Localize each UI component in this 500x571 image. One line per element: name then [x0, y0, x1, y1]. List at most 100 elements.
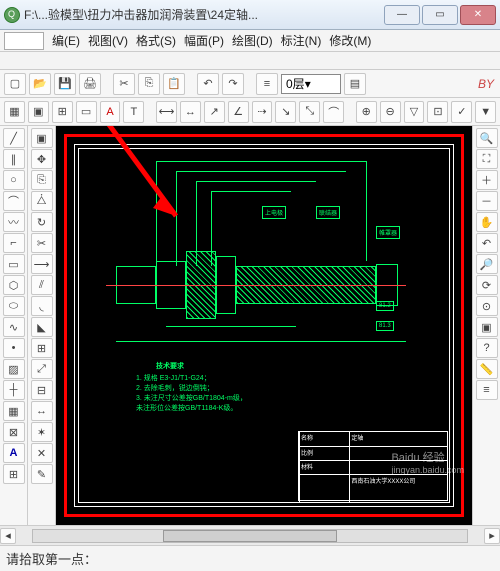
open-file-icon[interactable]: 📂	[29, 73, 51, 95]
layers-panel-icon[interactable]: ▦	[4, 101, 25, 123]
zoom-in-icon[interactable]: ＋	[476, 170, 498, 190]
undo-icon[interactable]: ↶	[197, 73, 219, 95]
notes-line: 2. 去除毛刺，锐边倒钝；	[136, 383, 214, 393]
paste-icon[interactable]: 📋	[163, 73, 185, 95]
dimension-angle-icon[interactable]: ∠	[228, 101, 249, 123]
scroll-right-icon[interactable]: ▸	[484, 528, 500, 544]
menu-edit[interactable]: 编(E)	[52, 32, 80, 49]
block-icon[interactable]: ▣	[28, 101, 49, 123]
zoom-previous-icon[interactable]: ↶	[476, 233, 498, 253]
chamfer-icon[interactable]: ◣	[31, 317, 53, 337]
zoom-out-icon[interactable]: －	[476, 191, 498, 211]
menu-annotate[interactable]: 标注(N)	[281, 32, 322, 49]
hatch-icon[interactable]: ▨	[3, 359, 25, 379]
select-icon[interactable]: ▭	[76, 101, 97, 123]
horizontal-scrollbar[interactable]: ◂ ▸	[0, 525, 500, 545]
circle-icon[interactable]: ○	[3, 170, 25, 190]
hole-icon[interactable]: ⊠	[3, 422, 25, 442]
menu-draw[interactable]: 绘图(D)	[232, 32, 273, 49]
dimension-radius-icon[interactable]: ↗	[204, 101, 225, 123]
weld-icon[interactable]: ✓	[451, 101, 472, 123]
rectangle-icon[interactable]: ▭	[3, 254, 25, 274]
dimension-arc-icon[interactable]: ⌒	[323, 101, 344, 123]
dimension-leader-icon[interactable]: ↘	[275, 101, 296, 123]
menu-format[interactable]: 格式(S)	[136, 32, 176, 49]
close-button[interactable]: ✕	[460, 5, 496, 25]
line-icon[interactable]: ╱	[3, 128, 25, 148]
arc-icon[interactable]: ⌒	[3, 191, 25, 211]
datum-icon[interactable]: ▼	[475, 101, 496, 123]
curve-icon[interactable]: ∿	[3, 317, 25, 337]
properties-icon[interactable]: ▤	[344, 73, 366, 95]
menu-view[interactable]: 视图(V)	[88, 32, 128, 49]
extend-icon[interactable]: ⟶	[31, 254, 53, 274]
regen-icon[interactable]: ⊙	[476, 296, 498, 316]
cad-tag: 帷罩器	[376, 226, 400, 239]
dimension-aligned-icon[interactable]: ↔	[180, 101, 201, 123]
tb-cell	[349, 447, 447, 460]
maximize-button[interactable]: ▭	[422, 5, 458, 25]
scroll-left-icon[interactable]: ◂	[0, 528, 16, 544]
symbol-icon-2[interactable]: ⊖	[380, 101, 401, 123]
text-icon[interactable]: A	[100, 101, 121, 123]
save-icon[interactable]: 💾	[54, 73, 76, 95]
layer-icon[interactable]: ≡	[256, 73, 278, 95]
print-icon[interactable]: 🖨	[79, 73, 101, 95]
symbol-icon-1[interactable]: ⊕	[356, 101, 377, 123]
redraw-icon[interactable]: ⟳	[476, 275, 498, 295]
dimension-linear-icon[interactable]: ⟷	[156, 101, 177, 123]
fillet-icon[interactable]: ◟	[31, 296, 53, 316]
measure-icon[interactable]: 📏	[476, 359, 498, 379]
redo-icon[interactable]: ↷	[222, 73, 244, 95]
trim-icon[interactable]: ✂	[31, 233, 53, 253]
offset-icon[interactable]: ⫽	[31, 275, 53, 295]
mirror-icon[interactable]: ⧊	[31, 191, 53, 211]
ellipse-icon[interactable]: ⬭	[3, 296, 25, 316]
move-icon[interactable]: ✥	[31, 149, 53, 169]
spline-icon[interactable]: 〰	[3, 212, 25, 232]
scroll-track[interactable]	[32, 529, 468, 543]
centerline-icon[interactable]: ┼	[3, 380, 25, 400]
zoom-window-icon[interactable]: 🔍	[476, 128, 498, 148]
text-bold-icon[interactable]: A	[3, 443, 25, 463]
parallel-line-icon[interactable]: ∥	[3, 149, 25, 169]
dimension-ordinate-icon[interactable]: ⤡	[299, 101, 320, 123]
zoom-extents-icon[interactable]: ⛶	[476, 149, 498, 169]
tolerance-icon[interactable]: ⊡	[427, 101, 448, 123]
break-icon[interactable]: ⊟	[31, 380, 53, 400]
new-file-icon[interactable]: ▢	[4, 73, 26, 95]
main-area: ╱ ∥ ○ ⌒ 〰 ⌐ ▭ ⬡ ⬭ ∿ • ▨ ┼ ▦ ⊠ A ⊞ ▣ ✥ ⎘ …	[0, 126, 500, 525]
layer-selector[interactable]: 0层 ▾	[281, 74, 341, 94]
dimension-continue-icon[interactable]: ⇢	[252, 101, 273, 123]
rotate-icon[interactable]: ↻	[31, 212, 53, 232]
stretch-icon[interactable]: ↔	[31, 401, 53, 421]
view-icon-1[interactable]: ▣	[476, 317, 498, 337]
roughness-icon[interactable]: ▽	[404, 101, 425, 123]
explode-icon[interactable]: ✶	[31, 422, 53, 442]
text-tool-icon[interactable]: T	[123, 101, 144, 123]
array-icon[interactable]: ⊞	[31, 338, 53, 358]
pan-icon[interactable]: ✋	[476, 212, 498, 232]
query-icon[interactable]: ?	[476, 338, 498, 358]
polyline-icon[interactable]: ⌐	[3, 233, 25, 253]
select-tool-icon[interactable]: ▣	[31, 128, 53, 148]
list-icon[interactable]: ≡	[476, 380, 498, 400]
point-icon[interactable]: •	[3, 338, 25, 358]
minimize-button[interactable]: —	[384, 5, 420, 25]
scale-icon[interactable]: ⤢	[31, 359, 53, 379]
copy-icon[interactable]: ⎘	[138, 73, 160, 95]
window-titlebar: F:\...验模型\扭力冲击器加润滑装置\24定轴... — ▭ ✕	[0, 0, 500, 30]
cut-icon[interactable]: ✂	[113, 73, 135, 95]
insert-block-icon[interactable]: ⊞	[3, 464, 25, 484]
table-icon[interactable]: ▦	[3, 401, 25, 421]
edit-icon[interactable]: ✎	[31, 464, 53, 484]
scroll-thumb[interactable]	[163, 530, 337, 542]
menu-sheet[interactable]: 幅面(P)	[184, 32, 224, 49]
erase-icon[interactable]: ✕	[31, 443, 53, 463]
drawing-canvas[interactable]: 上电极 联结器 帷罩器 81.2 81.3 技术要求 1. 规格 E3-J1/T…	[56, 126, 472, 525]
tool-icon-1[interactable]: ⊞	[52, 101, 73, 123]
zoom-realtime-icon[interactable]: 🔎	[476, 254, 498, 274]
copy-tool-icon[interactable]: ⎘	[31, 170, 53, 190]
polygon-icon[interactable]: ⬡	[3, 275, 25, 295]
menu-modify[interactable]: 修改(M)	[329, 32, 371, 49]
